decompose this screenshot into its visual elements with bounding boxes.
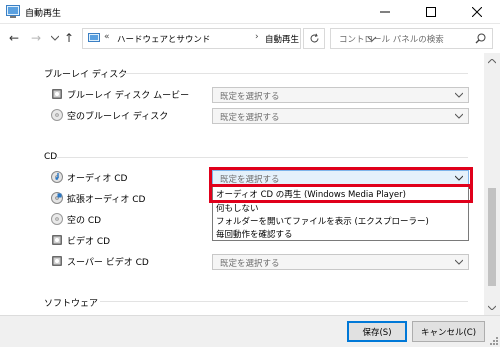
search-placeholder: コントロール パネルの検索 bbox=[339, 35, 444, 45]
navigation-bar: ← → ↑ « ハードウェアとサウンド › 自動再生 コントロール パネルの検索 bbox=[0, 24, 500, 52]
row-label-bluray-movie: ブルーレイ ディスク ムービー bbox=[67, 91, 190, 101]
chevron-down-icon bbox=[455, 92, 463, 98]
search-box[interactable]: コントロール パネルの検索 bbox=[330, 28, 493, 49]
scrollbar-thumb[interactable] bbox=[488, 188, 496, 286]
close-icon bbox=[472, 7, 482, 17]
save-button[interactable]: 保存(S) bbox=[347, 321, 407, 342]
resize-grip-icon[interactable] bbox=[490, 337, 498, 345]
close-button[interactable] bbox=[454, 0, 500, 24]
blank-disc-icon bbox=[51, 109, 63, 121]
cancel-button[interactable]: キャンセル(C) bbox=[412, 321, 485, 342]
row-label-enhanced-audio-cd: 拡張オーディオ CD bbox=[67, 195, 146, 205]
breadcrumb-separator[interactable]: › bbox=[255, 32, 259, 42]
select-blank-bluray[interactable]: 既定を選択する bbox=[212, 108, 469, 124]
breadcrumb-autoplay[interactable]: 自動再生 bbox=[265, 33, 299, 45]
scroll-up-button[interactable] bbox=[484, 53, 500, 69]
chevron-down-icon bbox=[455, 259, 463, 265]
recent-locations-button[interactable] bbox=[48, 31, 62, 45]
select-bluray-movie[interactable]: 既定を選択する bbox=[212, 87, 469, 103]
row-label-audio-cd: オーディオ CD bbox=[67, 174, 128, 184]
footer-bar: 保存(S) キャンセル(C) bbox=[0, 315, 500, 347]
enhanced-audio-cd-icon bbox=[51, 192, 63, 204]
row-label-super-video-cd: スーパー ビデオ CD bbox=[67, 258, 149, 268]
scroll-down-button[interactable] bbox=[484, 299, 500, 315]
row-label-blank-cd: 空の CD bbox=[67, 216, 102, 226]
refresh-icon bbox=[310, 33, 318, 43]
up-button[interactable]: ↑ bbox=[62, 31, 76, 45]
select-super-video-cd[interactable]: 既定を選択する bbox=[212, 254, 469, 270]
window-title: 自動再生 bbox=[25, 9, 62, 19]
forward-button[interactable]: → bbox=[29, 31, 43, 45]
chevron-down-icon bbox=[51, 35, 59, 41]
blank-cd-icon bbox=[51, 213, 63, 225]
maximize-button[interactable] bbox=[408, 0, 454, 24]
section-title-software: ソフトウェア bbox=[44, 299, 99, 309]
refresh-button[interactable] bbox=[303, 28, 325, 49]
video-cd-icon bbox=[51, 234, 63, 246]
option-do-nothing[interactable]: 何もしない bbox=[216, 202, 259, 214]
vertical-scrollbar[interactable] bbox=[484, 53, 500, 315]
row-label-blank-bluray: 空のブルーレイ ディスク bbox=[67, 112, 169, 122]
super-video-cd-icon bbox=[51, 255, 63, 267]
section-divider bbox=[56, 157, 468, 158]
row-label-video-cd: ビデオ CD bbox=[67, 237, 111, 247]
back-button[interactable]: ← bbox=[7, 31, 21, 45]
address-overflow-chevron[interactable]: « bbox=[104, 32, 110, 42]
option-ask-every-time[interactable]: 毎回動作を確認する bbox=[216, 228, 293, 240]
breadcrumb-hardware-sound[interactable]: ハードウェアとサウンド bbox=[117, 33, 210, 45]
section-divider bbox=[120, 73, 468, 74]
section-title-bluray: ブルーレイ ディスク bbox=[44, 70, 128, 80]
search-icon[interactable] bbox=[475, 33, 486, 47]
minimize-button[interactable] bbox=[362, 0, 408, 24]
option-open-folder[interactable]: フォルダーを開いてファイルを表示 (エクスプローラー) bbox=[216, 215, 429, 227]
audio-cd-icon bbox=[51, 171, 63, 183]
control-panel-icon bbox=[88, 33, 100, 44]
chevron-down-icon bbox=[455, 113, 463, 119]
title-bar: 自動再生 bbox=[0, 0, 500, 24]
section-divider bbox=[100, 301, 468, 302]
control-panel-icon bbox=[6, 5, 20, 18]
highlight-box-option bbox=[209, 184, 473, 203]
disc-player-icon bbox=[51, 88, 63, 100]
address-bar[interactable]: « ハードウェアとサウンド › 自動再生 bbox=[82, 28, 377, 49]
